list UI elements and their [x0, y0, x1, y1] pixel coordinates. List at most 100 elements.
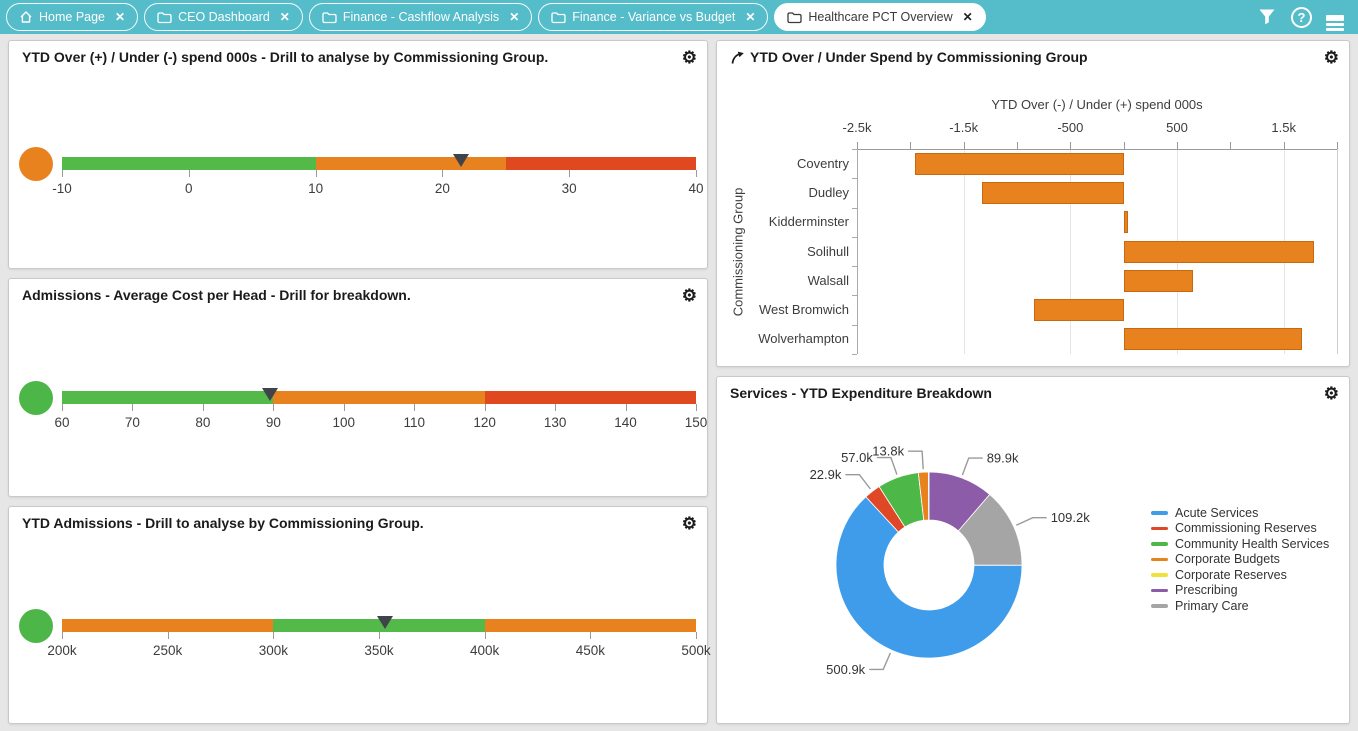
target-marker [453, 154, 469, 167]
axis-tick-label: 120 [473, 415, 496, 430]
tab-home-page[interactable]: Home Page✕ [6, 3, 138, 31]
axis-tick [203, 404, 204, 411]
axis-tick-label: 0 [185, 181, 193, 196]
donut-chart: 89.9k109.2k500.9k22.9k57.0k13.8kAcute Se… [717, 409, 1349, 723]
legend-swatch [1151, 542, 1168, 546]
filter-icon[interactable] [1257, 7, 1277, 27]
close-icon[interactable]: ✕ [115, 11, 125, 23]
legend-label: Prescribing [1175, 583, 1238, 597]
panel-over-under-by-group: YTD Over / Under Spend by Commissioning … [716, 40, 1350, 367]
x-tick-label: 500 [1166, 120, 1188, 135]
bar[interactable] [982, 182, 1124, 204]
x-tick-mark [857, 142, 858, 149]
x-tick-mark [1124, 142, 1125, 149]
legend-swatch [1151, 558, 1168, 562]
close-icon[interactable]: ✕ [509, 11, 519, 23]
legend-label: Commissioning Reserves [1175, 521, 1317, 535]
axis-tick [442, 170, 443, 177]
tab-finance-variance-vs-budget[interactable]: Finance - Variance vs Budget✕ [538, 3, 768, 31]
tab-ceo-dashboard[interactable]: CEO Dashboard ✕ [144, 3, 303, 31]
legend-item-community-health-services[interactable]: Community Health Services [1151, 536, 1329, 552]
x-tick-mark [910, 142, 911, 149]
gridline [964, 149, 965, 354]
label-leader-line [1016, 518, 1046, 526]
close-icon[interactable]: ✕ [963, 11, 973, 23]
legend-label: Corporate Reserves [1175, 568, 1287, 582]
help-glyph: ? [1291, 7, 1312, 28]
axis-tick-label: 20 [435, 181, 450, 196]
legend-swatch [1151, 604, 1168, 608]
bullet-track[interactable]: 60708090100110120130140150 [62, 391, 696, 404]
bullet-track[interactable]: -10010203040 [62, 157, 696, 170]
bullet-chart[interactable]: 60708090100110120130140150 [9, 311, 707, 496]
y-axis-title: Commissioning Group [731, 187, 746, 316]
bar[interactable] [1124, 328, 1302, 350]
axis-tick [696, 170, 697, 177]
legend-item-commissioning-reserves[interactable]: Commissioning Reserves [1151, 521, 1329, 537]
gear-icon[interactable]: ⚙ [682, 287, 697, 304]
close-icon[interactable]: ✕ [280, 11, 290, 23]
axis-tick [132, 404, 133, 411]
menu-icon[interactable] [1326, 13, 1344, 20]
bar-chart: YTD Over (-) / Under (+) spend 000s-2.5k… [717, 73, 1349, 366]
donut-legend: Acute ServicesCommissioning ReservesComm… [1151, 505, 1329, 614]
panel-header: YTD Over (+) / Under (-) spend 000s - Dr… [9, 41, 707, 73]
tab-healthcare-pct-overview[interactable]: Healthcare PCT Overview ✕ [774, 3, 985, 31]
tab-label: Healthcare PCT Overview [808, 10, 952, 24]
home-icon [19, 10, 33, 24]
legend-item-prescribing[interactable]: Prescribing [1151, 583, 1329, 599]
x-tick-label: -1.5k [949, 120, 978, 135]
axis-tick-label: 70 [125, 415, 140, 430]
axis-tick-label: 150 [685, 415, 708, 430]
panel-header: Services - YTD Expenditure Breakdown ⚙ [717, 377, 1349, 409]
legend-item-corporate-budgets[interactable]: Corporate Budgets [1151, 552, 1329, 568]
help-icon[interactable]: ? [1291, 7, 1312, 28]
axis-tick-label: 80 [195, 415, 210, 430]
axis-tick-label: 90 [266, 415, 281, 430]
bar[interactable] [1124, 270, 1193, 292]
axis-tick-label: 450k [576, 643, 605, 658]
tab-finance-cashflow-analysis[interactable]: Finance - Cashflow Analysis✕ [309, 3, 532, 31]
gear-icon[interactable]: ⚙ [1324, 49, 1339, 66]
drill-up-icon[interactable] [730, 50, 745, 65]
bar[interactable] [915, 153, 1124, 175]
panel-header: Admissions - Average Cost per Head - Dri… [9, 279, 707, 311]
bar[interactable] [1034, 299, 1124, 321]
label-leader-line [908, 451, 923, 469]
y-tick-mark [852, 295, 857, 296]
slice-data-label: 13.8k [872, 444, 904, 459]
slice-data-label: 89.9k [987, 451, 1019, 466]
range-segment [273, 391, 484, 404]
folder-icon [322, 11, 337, 24]
bar[interactable] [1124, 211, 1129, 233]
x-tick-label: -500 [1057, 120, 1083, 135]
legend-swatch [1151, 573, 1168, 577]
panel-title: Admissions - Average Cost per Head - Dri… [22, 287, 682, 303]
bullet-track[interactable]: 200k250k300k350k400k450k500k [62, 619, 696, 632]
legend-label: Corporate Budgets [1175, 552, 1280, 566]
tab-label: CEO Dashboard [178, 10, 270, 24]
bullet-chart[interactable]: -10010203040 [9, 73, 707, 268]
panel-ytd-admissions: YTD Admissions - Drill to analyse by Com… [8, 506, 708, 724]
range-segment [316, 157, 506, 170]
slice-data-label: 109.2k [1051, 510, 1091, 525]
legend-item-primary-care[interactable]: Primary Care [1151, 598, 1329, 614]
status-indicator [19, 609, 53, 643]
bar[interactable] [1124, 241, 1314, 263]
legend-item-corporate-reserves[interactable]: Corporate Reserves [1151, 567, 1329, 583]
axis-tick-label: 250k [153, 643, 182, 658]
label-leader-line [962, 458, 982, 475]
axis-tick [379, 632, 380, 639]
close-icon[interactable]: ✕ [745, 11, 755, 23]
donut-slice-corporate-reserves[interactable] [928, 472, 929, 520]
x-axis-line [857, 149, 1337, 150]
gear-icon[interactable]: ⚙ [682, 515, 697, 532]
legend-item-acute-services[interactable]: Acute Services [1151, 505, 1329, 521]
y-tick-mark [852, 266, 857, 267]
x-axis-title: YTD Over (-) / Under (+) spend 000s [857, 97, 1337, 112]
bullet-chart[interactable]: 200k250k300k350k400k450k500k [9, 539, 707, 723]
gear-icon[interactable]: ⚙ [682, 49, 697, 66]
gear-icon[interactable]: ⚙ [1324, 385, 1339, 402]
axis-tick-label: 300k [259, 643, 288, 658]
axis-tick [569, 170, 570, 177]
